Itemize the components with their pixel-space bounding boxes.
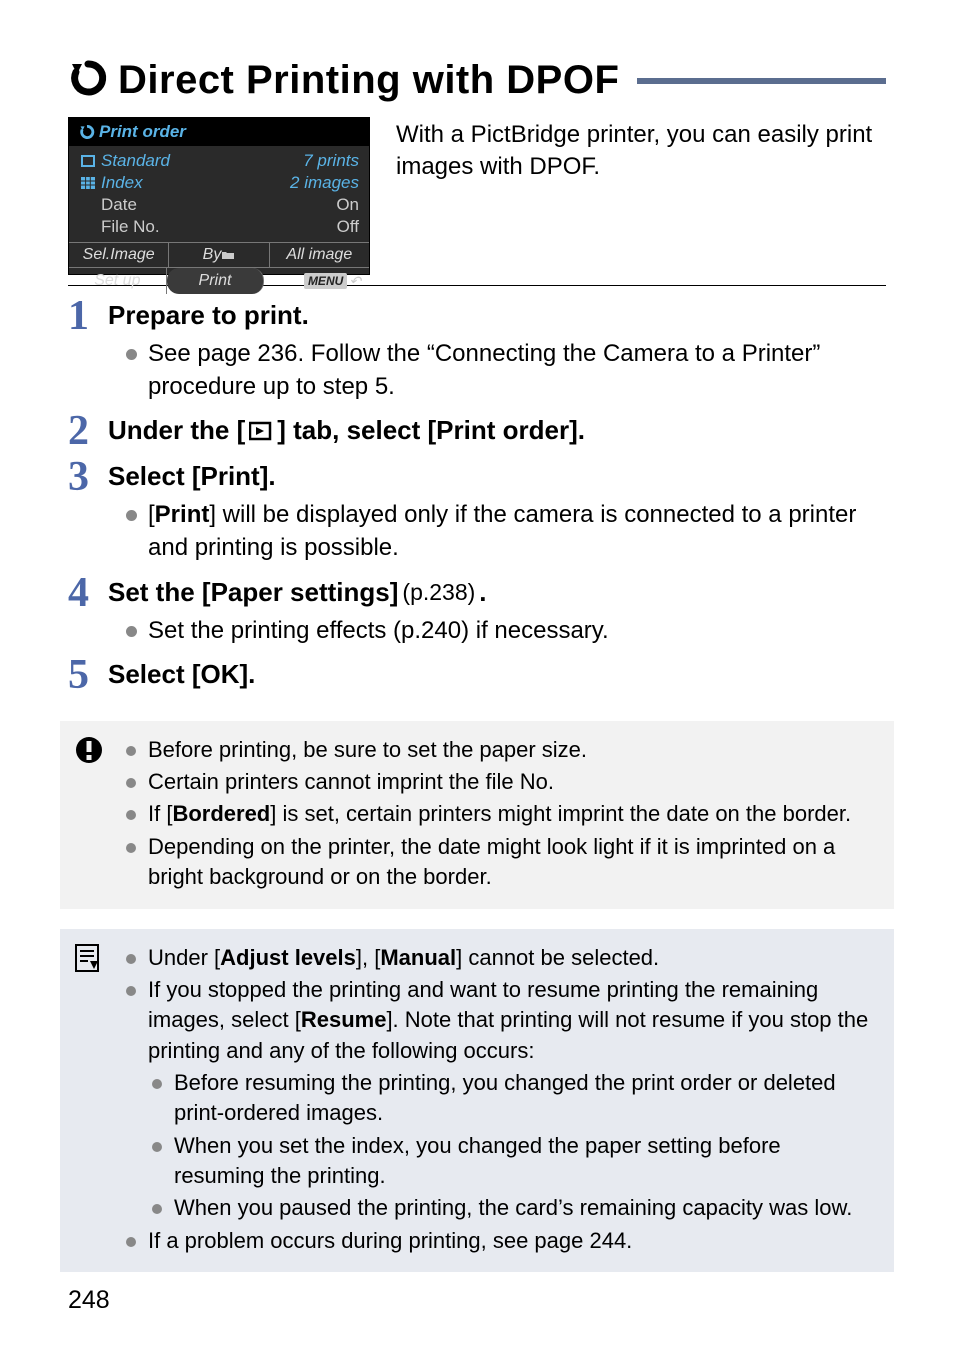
- camscreen-row-value: 2 images: [290, 172, 359, 194]
- step-bullet: Set the printing effects (p.240) if nece…: [126, 614, 886, 647]
- step-title: Select [Print].: [108, 461, 886, 492]
- step-2: 2 Under the [·] tab, select [Print order…: [68, 409, 886, 453]
- camscreen-tabs: Sel.Image By All image: [69, 242, 369, 267]
- step-title: Set the [Paper settings] (p.238).: [108, 577, 886, 608]
- camscreen-title-text: Print order: [99, 122, 186, 142]
- camscreen-tab: Sel.Image: [69, 243, 169, 267]
- camscreen-tab: By: [169, 243, 269, 267]
- svg-text:·: ·: [269, 420, 272, 428]
- warning-bullet: Certain printers cannot imprint the file…: [126, 767, 876, 797]
- page-title: Direct Printing with DPOF: [118, 58, 619, 103]
- page-number: 248: [68, 1286, 110, 1315]
- camscreen-footer-menu: MENU↶: [264, 268, 369, 294]
- camscreen-row-label: Date: [101, 194, 137, 216]
- step-number: 4: [68, 571, 108, 651]
- camscreen-row-value: 7 prints: [303, 150, 359, 172]
- step-bullet: [Print] will be displayed only if the ca…: [126, 498, 886, 564]
- step-number: 5: [68, 653, 108, 697]
- camscreen-body: Standard 7 prints Index 2 images Date On Fi…: [69, 146, 369, 240]
- step-3: 3 Select [Print]. [Print] will be displa…: [68, 455, 886, 568]
- warning-box: Before printing, be sure to set the pape…: [60, 721, 894, 909]
- note-bullet: If a problem occurs during printing, see…: [126, 1226, 876, 1256]
- step-1: 1 Prepare to print. See page 236. Follow…: [68, 294, 886, 407]
- camscreen-footer-setup: Set up: [69, 268, 167, 294]
- heading-rule: [637, 78, 886, 84]
- step-title: Select [OK].: [108, 659, 886, 690]
- note-sub-bullet: Before resuming the printing, you change…: [152, 1068, 876, 1129]
- intro-text: With a PictBridge printer, you can easil…: [396, 117, 886, 275]
- step-number: 1: [68, 294, 108, 407]
- note-box: Under [Adjust levels], [Manual] cannot b…: [60, 929, 894, 1273]
- note-bullet: Under [Adjust levels], [Manual] cannot b…: [126, 943, 876, 973]
- note-sub-bullet: When you set the index, you changed the …: [152, 1131, 876, 1192]
- grid-icon: [81, 177, 95, 189]
- note-sub-bullet: When you paused the printing, the card’s…: [152, 1193, 876, 1223]
- camera-screen-preview: Print order Standard 7 prints Index 2 imag…: [68, 117, 370, 275]
- warning-bullet: Depending on the printer, the date might…: [126, 832, 876, 893]
- camscreen-row-label: Index: [101, 172, 143, 194]
- note-bullet: If you stopped the printing and want to …: [126, 975, 876, 1224]
- print-curved-arrow-icon: [68, 58, 108, 103]
- camscreen-row-value: Off: [337, 216, 359, 238]
- camscreen-row-label: Standard: [101, 150, 170, 172]
- warning-bullet: If [Bordered] is set, certain printers m…: [126, 799, 876, 829]
- folder-icon: [221, 250, 235, 260]
- step-4: 4 Set the [Paper settings] (p.238). Set …: [68, 571, 886, 651]
- caution-icon: [74, 735, 104, 770]
- playback-tab-icon: ·: [249, 420, 273, 442]
- page-heading: Direct Printing with DPOF: [68, 58, 886, 103]
- step-bullet: See page 236. Follow the “Connecting the…: [126, 337, 886, 403]
- steps: 1 Prepare to print. See page 236. Follow…: [68, 294, 886, 697]
- intro-row: Print order Standard 7 prints Index 2 imag…: [68, 117, 886, 275]
- camscreen-row-label: File No.: [101, 216, 160, 238]
- camscreen-title: Print order: [69, 118, 369, 146]
- camscreen-footer: Set up Print MENU↶: [69, 267, 369, 294]
- camscreen-row-value: On: [336, 194, 359, 216]
- step-number: 3: [68, 455, 108, 568]
- camscreen-tab: All image: [270, 243, 369, 267]
- print-curved-arrow-icon: [79, 124, 95, 140]
- note-page-icon: [74, 943, 102, 978]
- step-title: Prepare to print.: [108, 300, 886, 331]
- warning-bullet: Before printing, be sure to set the pape…: [126, 735, 876, 765]
- step-5: 5 Select [OK].: [68, 653, 886, 697]
- return-arrow-icon: ↶: [349, 273, 361, 290]
- camscreen-footer-print: Print: [167, 268, 265, 294]
- step-number: 2: [68, 409, 108, 453]
- step-title: Under the [·] tab, select [Print order].: [108, 415, 886, 446]
- square-outline-icon: [81, 155, 95, 167]
